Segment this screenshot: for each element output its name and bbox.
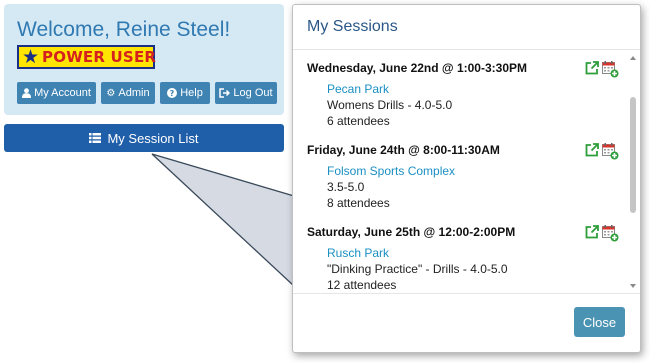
my-sessions-modal: My Sessions Wednesday, June 22nd @ 1:00-… bbox=[292, 4, 641, 353]
scroll-up-arrow[interactable] bbox=[630, 56, 636, 60]
add-to-calendar-icon[interactable] bbox=[602, 143, 619, 160]
session-actions bbox=[585, 61, 619, 78]
close-button[interactable]: Close bbox=[574, 307, 625, 337]
session-date: Friday, June 24th @ 8:00-11:30AM bbox=[307, 143, 500, 157]
session-description: 3.5-5.0 bbox=[327, 180, 365, 194]
modal-header: My Sessions bbox=[293, 5, 640, 50]
add-to-calendar-icon[interactable] bbox=[602, 225, 619, 242]
sessions-list[interactable]: Wednesday, June 22nd @ 1:00-3:30PM Pecan… bbox=[293, 50, 640, 294]
external-link-icon[interactable] bbox=[585, 225, 599, 239]
session-location-link[interactable]: Folsom Sports Complex bbox=[327, 163, 627, 179]
session-attendees: 12 attendees bbox=[327, 278, 397, 292]
session-item: Wednesday, June 22nd @ 1:00-3:30PM Pecan… bbox=[307, 60, 627, 129]
session-actions bbox=[585, 143, 619, 160]
session-location-link[interactable]: Rusch Park bbox=[327, 245, 627, 261]
session-attendees: 8 attendees bbox=[327, 196, 390, 210]
session-description: Womens Drills - 4.0-5.0 bbox=[327, 98, 453, 112]
session-item: Friday, June 24th @ 8:00-11:30AM Folsom … bbox=[307, 142, 627, 211]
session-item: Saturday, June 25th @ 12:00-2:00PM Rusch… bbox=[307, 224, 627, 293]
session-attendees: 6 attendees bbox=[327, 114, 390, 128]
session-date: Wednesday, June 22nd @ 1:00-3:30PM bbox=[307, 61, 527, 75]
scroll-down-arrow[interactable] bbox=[630, 284, 636, 288]
session-description: "Dinking Practice" - Drills - 4.0-5.0 bbox=[327, 262, 508, 276]
sessions-scrollbar[interactable] bbox=[628, 50, 638, 293]
scrollbar-thumb[interactable] bbox=[630, 97, 636, 213]
session-actions bbox=[585, 225, 619, 242]
add-to-calendar-icon[interactable] bbox=[602, 61, 619, 78]
external-link-icon[interactable] bbox=[585, 61, 599, 75]
modal-footer: Close bbox=[293, 294, 640, 352]
external-link-icon[interactable] bbox=[585, 143, 599, 157]
session-location-link[interactable]: Pecan Park bbox=[327, 81, 627, 97]
modal-title: My Sessions bbox=[307, 18, 398, 35]
session-date: Saturday, June 25th @ 12:00-2:00PM bbox=[307, 225, 516, 239]
